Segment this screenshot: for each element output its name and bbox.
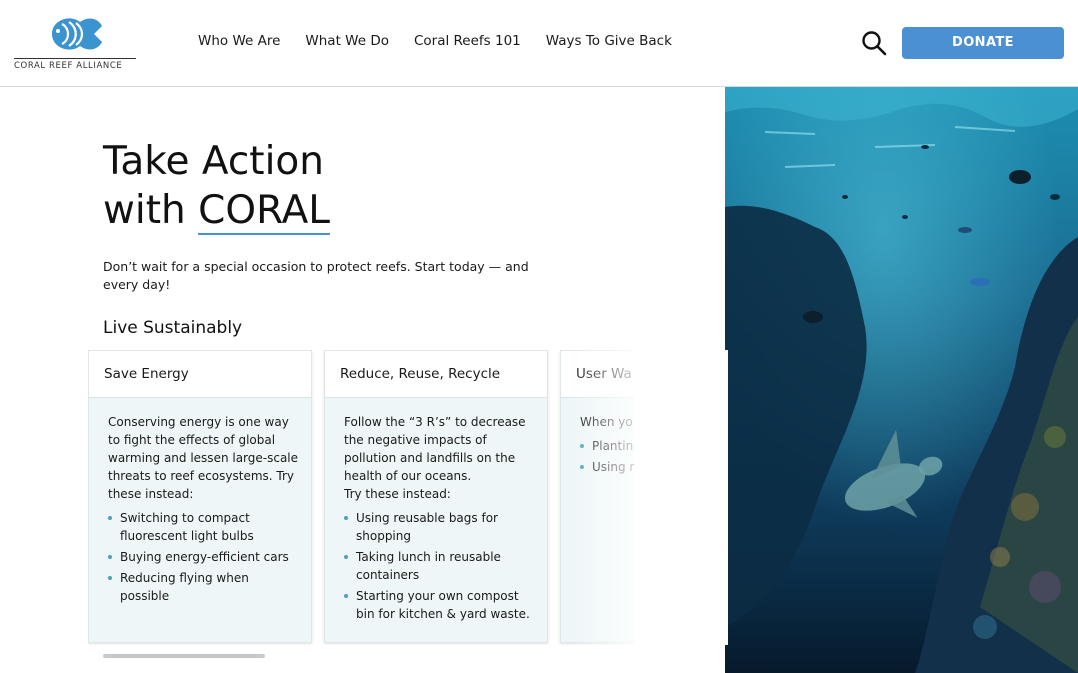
search-button[interactable] <box>860 29 888 57</box>
reef-photo-illustration <box>725 87 1078 673</box>
card-title: Reduce, Reuse, Recycle <box>325 351 547 398</box>
hero-subtitle: Don’t wait for a special occasion to pro… <box>103 259 529 292</box>
nav-who-we-are[interactable]: Who We Are <box>198 33 280 49</box>
coral-reef-alliance-logo[interactable]: CORAL REEF ALLIANCE <box>14 12 136 72</box>
card-list: Plantin absorb hard su home Using r gard… <box>580 437 634 476</box>
card-intro-2: Try these instead: <box>344 487 451 501</box>
card-reduce-reuse-recycle: Reduce, Reuse, Recycle Follow the “3 R’s… <box>324 350 548 643</box>
card-title: User Wa <box>561 351 634 398</box>
card-list: Switching to compact fluorescent light b… <box>108 509 299 605</box>
list-item: Plantin absorb hard su home <box>580 437 634 455</box>
title-accent-word: CORAL <box>198 188 330 235</box>
card-intro: Conserving energy is one way to fight th… <box>108 415 299 501</box>
card-user-water: User Wa When yo wastewa ocean. Tr Planti… <box>560 350 634 643</box>
logo-text: CORAL REEF ALLIANCE <box>14 61 123 71</box>
card-save-energy: Save Energy Conserving energy is one way… <box>88 350 312 643</box>
tips-carousel[interactable]: Save Energy Conserving energy is one way… <box>88 350 634 645</box>
section-heading: Live Sustainably <box>103 318 243 338</box>
card-body: Conserving energy is one way to fight th… <box>89 398 311 605</box>
search-icon <box>862 31 887 56</box>
card-intro: Follow the “3 R’s” to decrease the negat… <box>344 415 526 483</box>
list-item: Using reusable bags for shopping <box>344 509 535 545</box>
card-title: Save Energy <box>89 351 311 398</box>
nav-coral-reefs-101[interactable]: Coral Reefs 101 <box>414 33 521 49</box>
card-body: Follow the “3 R’s” to decrease the negat… <box>325 398 547 623</box>
carousel-scrollbar[interactable] <box>103 654 265 658</box>
title-line-2-prefix: with <box>103 188 199 233</box>
page-title: Take Action with CORAL <box>103 137 330 235</box>
card-body: When yo wastewa ocean. Tr Plantin absorb… <box>561 398 634 476</box>
title-line-1: Take Action <box>103 139 324 184</box>
card-list: Using reusable bags for shopping Taking … <box>344 509 535 623</box>
list-item: Switching to compact fluorescent light b… <box>108 509 299 545</box>
list-item: Using r garden less any fer <box>580 458 634 476</box>
nav-ways-to-give-back[interactable]: Ways To Give Back <box>546 33 672 49</box>
list-item: Taking lunch in reusable containers <box>344 548 535 584</box>
donate-button[interactable]: DONATE <box>902 27 1064 59</box>
logo-rule <box>14 58 136 59</box>
list-item: Reducing flying when possible <box>108 569 299 605</box>
site-header: CORAL REEF ALLIANCE Who We Are What We D… <box>0 0 1078 87</box>
list-item: Buying energy-efficient cars <box>108 548 299 566</box>
fish-logo-icon <box>52 18 102 50</box>
nav-what-we-do[interactable]: What We Do <box>305 33 389 49</box>
card-intro: When yo wastewa ocean. Tr <box>580 415 634 429</box>
main-nav: Who We Are What We Do Coral Reefs 101 Wa… <box>198 33 672 49</box>
list-item: Starting your own compost bin for kitche… <box>344 587 535 623</box>
hero-photo-coral-reef <box>725 87 1078 673</box>
